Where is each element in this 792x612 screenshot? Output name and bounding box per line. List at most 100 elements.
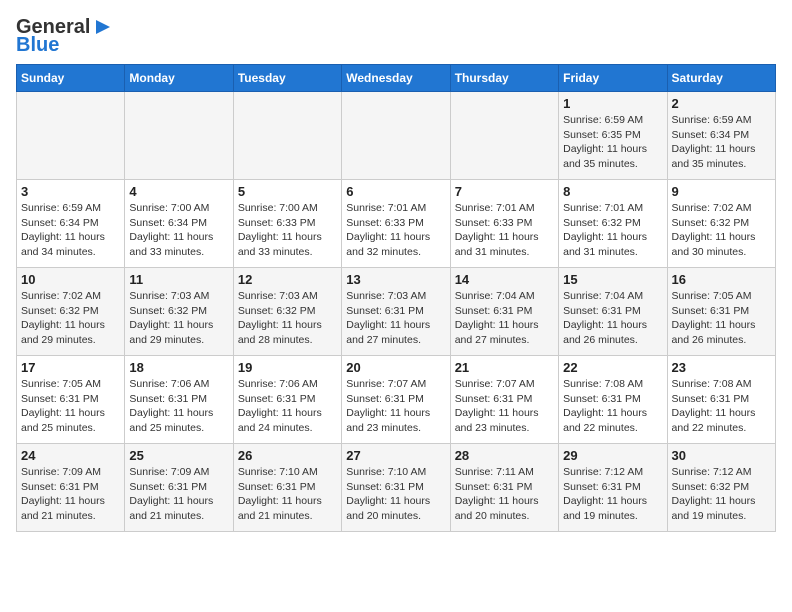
calendar-day-cell: 13 Sunrise: 7:03 AM Sunset: 6:31 PM Dayli…: [342, 268, 450, 356]
empty-cell: [233, 92, 341, 180]
day-info: Sunrise: 7:01 AM Sunset: 6:32 PM Dayligh…: [563, 201, 662, 260]
logo-arrow-icon: [92, 16, 114, 38]
day-info: Sunrise: 7:04 AM Sunset: 6:31 PM Dayligh…: [563, 289, 662, 348]
calendar-day-cell: 18Sunrise: 7:06 AM Sunset: 6:31 PM Dayli…: [125, 356, 233, 444]
calendar-day-cell: 22 Sunrise: 7:08 AM Sunset: 6:31 PM Dayli…: [559, 356, 667, 444]
day-info: Sunrise: 7:07 AM Sunset: 6:31 PM Dayligh…: [455, 377, 554, 436]
calendar-day-cell: 23 Sunrise: 7:08 AM Sunset: 6:31 PM Dayli…: [667, 356, 775, 444]
day-number: 22: [563, 360, 662, 375]
calendar-day-cell: 1 Sunrise: 6:59 AM Sunset: 6:35 PM Daylig…: [559, 92, 667, 180]
day-info: Sunrise: 6:59 AM Sunset: 6:34 PM Dayligh…: [21, 201, 120, 260]
day-number: 18: [129, 360, 228, 375]
day-info: Sunrise: 6:59 AM Sunset: 6:35 PM Dayligh…: [563, 113, 662, 172]
day-number: 24: [21, 448, 120, 463]
calendar-day-cell: 25 Sunrise: 7:09 AM Sunset: 6:31 PM Dayli…: [125, 444, 233, 532]
day-info: Sunrise: 6:59 AM Sunset: 6:34 PM Dayligh…: [672, 113, 771, 172]
calendar-day-cell: 30 Sunrise: 7:12 AM Sunset: 6:32 PM Dayli…: [667, 444, 775, 532]
calendar-day-cell: 3 Sunrise: 6:59 AM Sunset: 6:34 PM Daylig…: [17, 180, 125, 268]
day-number: 10: [21, 272, 120, 287]
day-info: Sunrise: 7:10 AM Sunset: 6:31 PM Dayligh…: [346, 465, 445, 524]
day-info: Sunrise: 7:09 AM Sunset: 6:31 PM Dayligh…: [129, 465, 228, 524]
day-number: 11: [129, 272, 228, 287]
day-info: Sunrise: 7:03 AM Sunset: 6:32 PM Dayligh…: [238, 289, 337, 348]
day-info: Sunrise: 7:01 AM Sunset: 6:33 PM Dayligh…: [455, 201, 554, 260]
day-info: Sunrise: 7:06 AM Sunset: 6:31 PM Dayligh…: [238, 377, 337, 436]
calendar-day-cell: 6 Sunrise: 7:01 AM Sunset: 6:33 PM Daylig…: [342, 180, 450, 268]
day-number: 26: [238, 448, 337, 463]
day-info: Sunrise: 7:01 AM Sunset: 6:33 PM Dayligh…: [346, 201, 445, 260]
day-info: Sunrise: 7:09 AM Sunset: 6:31 PM Dayligh…: [21, 465, 120, 524]
day-number: 30: [672, 448, 771, 463]
empty-cell: [125, 92, 233, 180]
calendar-day-cell: 12 Sunrise: 7:03 AM Sunset: 6:32 PM Dayli…: [233, 268, 341, 356]
calendar-day-cell: 16 Sunrise: 7:05 AM Sunset: 6:31 PM Dayli…: [667, 268, 775, 356]
calendar-day-cell: 26 Sunrise: 7:10 AM Sunset: 6:31 PM Dayli…: [233, 444, 341, 532]
day-info: Sunrise: 7:12 AM Sunset: 6:31 PM Dayligh…: [563, 465, 662, 524]
calendar-day-cell: 21 Sunrise: 7:07 AM Sunset: 6:31 PM Dayli…: [450, 356, 558, 444]
day-info: Sunrise: 7:00 AM Sunset: 6:33 PM Dayligh…: [238, 201, 337, 260]
calendar-day-cell: 19 Sunrise: 7:06 AM Sunset: 6:31 PM Dayli…: [233, 356, 341, 444]
calendar-day-cell: 27 Sunrise: 7:10 AM Sunset: 6:31 PM Dayli…: [342, 444, 450, 532]
day-number: 19: [238, 360, 337, 375]
weekday-header-friday: Friday: [559, 65, 667, 92]
day-info: Sunrise: 7:00 AM Sunset: 6:34 PM Dayligh…: [129, 201, 228, 260]
calendar-day-cell: 8Sunrise: 7:01 AM Sunset: 6:32 PM Daylig…: [559, 180, 667, 268]
day-info: Sunrise: 7:02 AM Sunset: 6:32 PM Dayligh…: [672, 201, 771, 260]
day-number: 6: [346, 184, 445, 199]
day-number: 13: [346, 272, 445, 287]
calendar-day-cell: 17Sunrise: 7:05 AM Sunset: 6:31 PM Dayli…: [17, 356, 125, 444]
calendar-day-cell: 5Sunrise: 7:00 AM Sunset: 6:33 PM Daylig…: [233, 180, 341, 268]
day-info: Sunrise: 7:03 AM Sunset: 6:31 PM Dayligh…: [346, 289, 445, 348]
day-number: 27: [346, 448, 445, 463]
day-info: Sunrise: 7:10 AM Sunset: 6:31 PM Dayligh…: [238, 465, 337, 524]
day-number: 21: [455, 360, 554, 375]
weekday-header-sunday: Sunday: [17, 65, 125, 92]
calendar-day-cell: 2 Sunrise: 6:59 AM Sunset: 6:34 PM Daylig…: [667, 92, 775, 180]
calendar-week-row: 10Sunrise: 7:02 AM Sunset: 6:32 PM Dayli…: [17, 268, 776, 356]
calendar-day-cell: 29Sunrise: 7:12 AM Sunset: 6:31 PM Dayli…: [559, 444, 667, 532]
empty-cell: [17, 92, 125, 180]
day-number: 9: [672, 184, 771, 199]
day-info: Sunrise: 7:08 AM Sunset: 6:31 PM Dayligh…: [672, 377, 771, 436]
day-info: Sunrise: 7:05 AM Sunset: 6:31 PM Dayligh…: [672, 289, 771, 348]
day-number: 23: [672, 360, 771, 375]
calendar-day-cell: 9 Sunrise: 7:02 AM Sunset: 6:32 PM Daylig…: [667, 180, 775, 268]
calendar-day-cell: 7 Sunrise: 7:01 AM Sunset: 6:33 PM Daylig…: [450, 180, 558, 268]
day-number: 16: [672, 272, 771, 287]
day-number: 2: [672, 96, 771, 111]
day-number: 1: [563, 96, 662, 111]
day-number: 25: [129, 448, 228, 463]
weekday-header-tuesday: Tuesday: [233, 65, 341, 92]
page-header: General Blue: [16, 16, 776, 56]
calendar-week-row: 17Sunrise: 7:05 AM Sunset: 6:31 PM Dayli…: [17, 356, 776, 444]
weekday-header-wednesday: Wednesday: [342, 65, 450, 92]
calendar-week-row: 24 Sunrise: 7:09 AM Sunset: 6:31 PM Dayli…: [17, 444, 776, 532]
calendar-day-cell: 4 Sunrise: 7:00 AM Sunset: 6:34 PM Daylig…: [125, 180, 233, 268]
calendar-day-cell: 20Sunrise: 7:07 AM Sunset: 6:31 PM Dayli…: [342, 356, 450, 444]
calendar-day-cell: 10Sunrise: 7:02 AM Sunset: 6:32 PM Dayli…: [17, 268, 125, 356]
weekday-header-thursday: Thursday: [450, 65, 558, 92]
day-number: 17: [21, 360, 120, 375]
day-number: 3: [21, 184, 120, 199]
calendar-week-row: 3 Sunrise: 6:59 AM Sunset: 6:34 PM Daylig…: [17, 180, 776, 268]
day-number: 4: [129, 184, 228, 199]
day-info: Sunrise: 7:08 AM Sunset: 6:31 PM Dayligh…: [563, 377, 662, 436]
weekday-header-saturday: Saturday: [667, 65, 775, 92]
calendar-day-cell: 24 Sunrise: 7:09 AM Sunset: 6:31 PM Dayli…: [17, 444, 125, 532]
day-number: 15: [563, 272, 662, 287]
day-info: Sunrise: 7:12 AM Sunset: 6:32 PM Dayligh…: [672, 465, 771, 524]
weekday-header-row: SundayMondayTuesdayWednesdayThursdayFrid…: [17, 65, 776, 92]
day-number: 14: [455, 272, 554, 287]
day-info: Sunrise: 7:04 AM Sunset: 6:31 PM Dayligh…: [455, 289, 554, 348]
day-number: 20: [346, 360, 445, 375]
weekday-header-monday: Monday: [125, 65, 233, 92]
calendar-day-cell: 11 Sunrise: 7:03 AM Sunset: 6:32 PM Dayli…: [125, 268, 233, 356]
calendar-day-cell: 15 Sunrise: 7:04 AM Sunset: 6:31 PM Dayli…: [559, 268, 667, 356]
day-number: 7: [455, 184, 554, 199]
day-info: Sunrise: 7:03 AM Sunset: 6:32 PM Dayligh…: [129, 289, 228, 348]
logo-text: General Blue: [16, 16, 114, 56]
logo: General Blue: [16, 16, 114, 56]
calendar-table: SundayMondayTuesdayWednesdayThursdayFrid…: [16, 64, 776, 532]
day-number: 12: [238, 272, 337, 287]
logo-blue: Blue: [16, 34, 59, 56]
